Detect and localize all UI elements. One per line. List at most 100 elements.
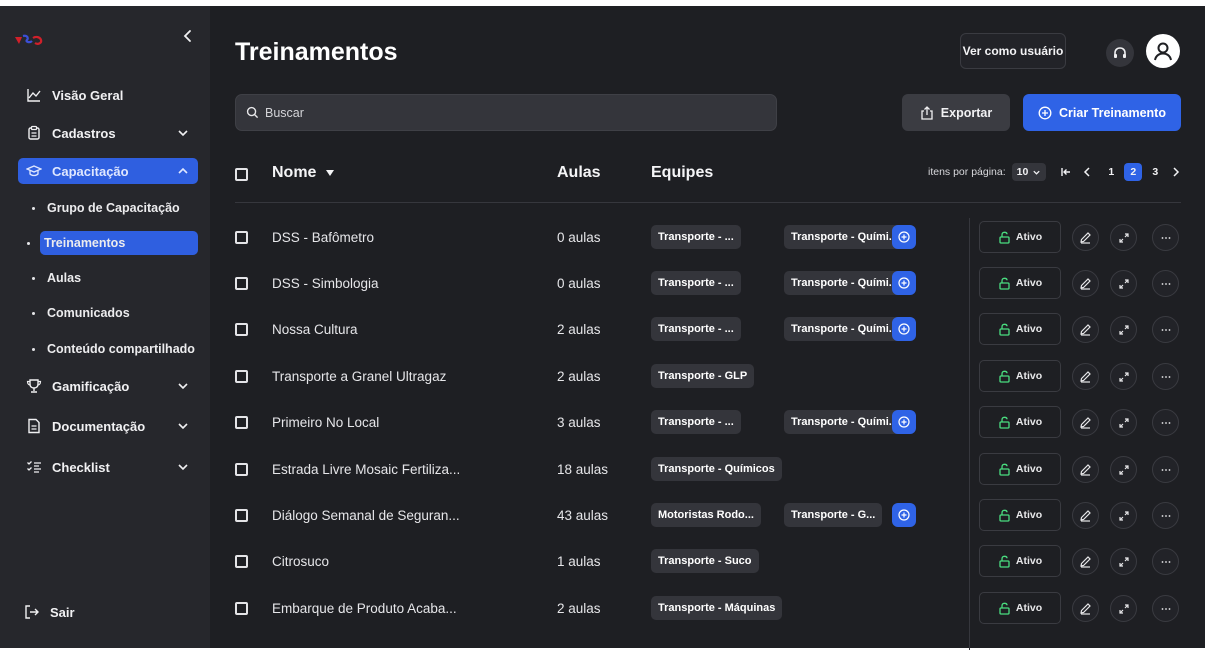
table-row[interactable]: Estrada Livre Mosaic Fertiliza... 18 aula… [210,447,1205,493]
sidebar-item-checklist[interactable]: Checklist [18,454,198,480]
page-button-2[interactable]: 2 [1124,163,1143,181]
add-team-button[interactable] [892,503,916,527]
row-checkbox[interactable] [235,463,248,476]
expand-button[interactable] [1110,224,1137,251]
status-badge[interactable]: Ativo [979,499,1061,531]
row-checkbox[interactable] [235,370,248,383]
table-row[interactable]: Diálogo Semanal de Seguran... 43 aulas Mot… [210,493,1205,539]
items-per-page-select[interactable]: 10 [1011,163,1047,181]
expand-button[interactable] [1110,548,1137,575]
sidebar-item-cadastros[interactable]: Cadastros [18,120,198,146]
expand-button[interactable] [1110,270,1137,297]
training-name[interactable]: DSS - Simbologia [272,276,379,291]
more-options-button[interactable] [1152,502,1179,529]
sidebar-item-capacitacao[interactable]: Capacitação [18,158,198,184]
more-options-button[interactable] [1152,409,1179,436]
row-checkbox[interactable] [235,231,248,244]
table-row[interactable]: Transporte a Granel Ultragaz 2 aulas Trans… [210,354,1205,400]
add-team-button[interactable] [892,317,916,341]
training-name[interactable]: Transporte a Granel Ultragaz [272,369,446,384]
prev-page-button[interactable] [1081,165,1093,179]
sidebar-item-documentacao[interactable]: Documentação [18,413,198,439]
add-team-button[interactable] [892,410,916,434]
training-name[interactable]: Embarque de Produto Acaba... [272,601,457,616]
more-options-button[interactable] [1152,316,1179,343]
expand-button[interactable] [1110,363,1137,390]
unlock-icon [998,416,1011,429]
expand-button[interactable] [1110,409,1137,436]
more-options-button[interactable] [1152,548,1179,575]
column-header-name[interactable]: Nome [272,164,335,182]
edit-button[interactable] [1072,270,1099,297]
status-badge[interactable]: Ativo [979,313,1061,345]
edit-button[interactable] [1072,409,1099,436]
row-checkbox[interactable] [235,416,248,429]
add-team-button[interactable] [892,271,916,295]
table-row[interactable]: Primeiro No Local 3 aulas Transporte - ...… [210,400,1205,446]
edit-button[interactable] [1072,363,1099,390]
page-button-1[interactable]: 1 [1102,163,1120,181]
sidebar-item-gamificacao[interactable]: Gamificação [18,373,198,399]
training-name[interactable]: Citrosuco [272,554,329,569]
logout-button[interactable]: Sair [24,604,75,620]
sidebar-item-label: Checklist [52,459,110,475]
expand-icon [1118,417,1129,428]
training-name[interactable]: Primeiro No Local [272,415,379,430]
support-button[interactable] [1106,39,1134,67]
training-name[interactable]: DSS - Bafômetro [272,230,374,245]
next-page-button[interactable] [1170,165,1182,179]
sidebar-subitem-conteudo-compartilhado[interactable]: Conteúdo compartilhado [28,337,198,361]
chevron-right-icon [1173,167,1180,177]
row-checkbox[interactable] [235,277,248,290]
status-badge[interactable]: Ativo [979,453,1061,485]
first-page-button[interactable] [1060,165,1072,179]
export-button[interactable]: Exportar [902,94,1010,131]
search-input[interactable] [265,105,765,120]
training-name[interactable]: Diálogo Semanal de Seguran... [272,508,460,523]
select-all-checkbox[interactable] [235,168,248,181]
page-button-3[interactable]: 3 [1146,163,1164,181]
table-row[interactable]: DSS - Bafômetro 0 aulas Transporte - ... Tr… [210,215,1205,261]
sidebar-item-visao-geral[interactable]: Visão Geral [18,82,198,108]
row-checkbox[interactable] [235,509,248,522]
more-options-button[interactable] [1152,363,1179,390]
status-badge[interactable]: Ativo [979,360,1061,392]
more-options-button[interactable] [1152,456,1179,483]
edit-button[interactable] [1072,224,1099,251]
edit-button[interactable] [1072,502,1099,529]
row-checkbox[interactable] [235,323,248,336]
create-training-button[interactable]: Criar Treinamento [1023,94,1181,131]
edit-button[interactable] [1072,456,1099,483]
edit-button[interactable] [1072,548,1099,575]
view-as-user-button[interactable]: Ver como usuário [960,33,1066,69]
expand-button[interactable] [1110,502,1137,529]
edit-button[interactable] [1072,595,1099,622]
expand-button[interactable] [1110,316,1137,343]
training-name[interactable]: Estrada Livre Mosaic Fertiliza... [272,462,460,477]
status-badge[interactable]: Ativo [979,406,1061,438]
row-checkbox[interactable] [235,555,248,568]
more-options-button[interactable] [1152,224,1179,251]
expand-button[interactable] [1110,595,1137,622]
more-options-button[interactable] [1152,595,1179,622]
more-options-button[interactable] [1152,270,1179,297]
sidebar-subitem-aulas[interactable]: Aulas [28,266,198,290]
table-row[interactable]: DSS - Simbologia 0 aulas Transporte - ... T… [210,261,1205,307]
expand-button[interactable] [1110,456,1137,483]
table-row[interactable]: Embarque de Produto Acaba... 2 aulas Trans… [210,586,1205,632]
status-badge[interactable]: Ativo [979,592,1061,624]
training-name[interactable]: Nossa Cultura [272,322,358,337]
sidebar-subitem-treinamentos[interactable]: Treinamentos [27,231,198,255]
sidebar-subitem-comunicados[interactable]: Comunicados [28,301,198,325]
table-row[interactable]: Nossa Cultura 2 aulas Transporte - ... Tran… [210,307,1205,353]
sidebar-subitem-grupo-capacitacao[interactable]: Grupo de Capacitação [28,196,198,220]
add-team-button[interactable] [892,225,916,249]
status-badge[interactable]: Ativo [979,545,1061,577]
collapse-sidebar-icon[interactable] [180,28,196,44]
avatar[interactable] [1146,34,1180,68]
status-badge[interactable]: Ativo [979,221,1061,253]
status-badge[interactable]: Ativo [979,267,1061,299]
table-row[interactable]: Citrosuco 1 aulas Transporte - Suco Ativo [210,539,1205,585]
edit-button[interactable] [1072,316,1099,343]
row-checkbox[interactable] [235,602,248,615]
